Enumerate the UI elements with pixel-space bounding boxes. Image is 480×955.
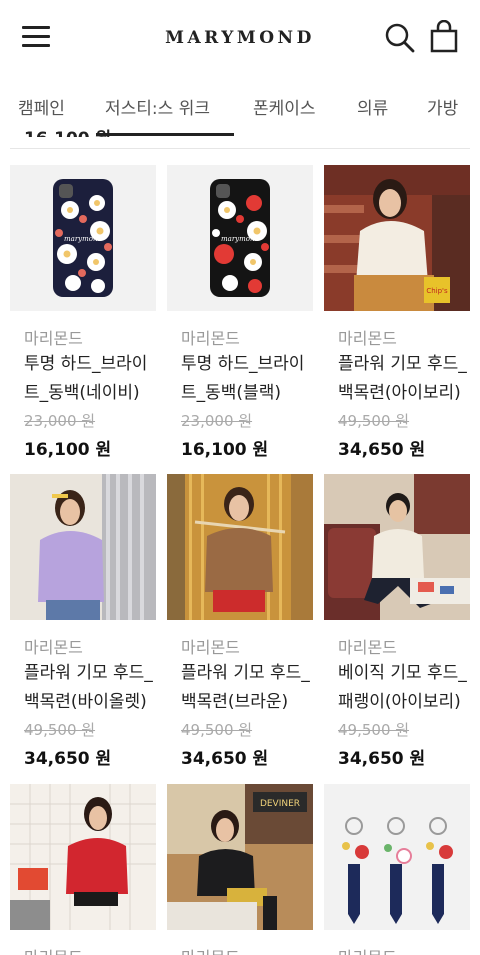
- sale-price: 16,100 원: [24, 440, 112, 460]
- sale-price: 34,650 원: [338, 749, 426, 769]
- product-brand: 마리몬드: [338, 638, 397, 657]
- tab-phone-case[interactable]: 폰케이스: [253, 94, 316, 119]
- original-price: 49,500 원: [338, 412, 410, 430]
- product-name[interactable]: 베이직 기모 후드_ 패랭이(아이보리): [338, 659, 478, 717]
- svg-text:DEVINER: DEVINER: [260, 799, 300, 809]
- product-brand: 마리몬드: [24, 638, 83, 657]
- product-name[interactable]: 투명 하드_브라이 트_동백(네이비): [24, 350, 164, 408]
- svg-text:marymond: marymond: [64, 235, 102, 243]
- tab-bag[interactable]: 가방: [427, 94, 458, 119]
- product-name[interactable]: 플라워 기모 후드_ 백목련(바이올렛): [24, 659, 164, 717]
- search-icon[interactable]: [384, 22, 416, 54]
- sale-price: 34,650 원: [24, 749, 112, 769]
- product-image-hoodie-violet-model[interactable]: [10, 474, 156, 620]
- product-brand: 마리몬드: [338, 329, 397, 348]
- product-card[interactable]: marymond 마리몬드 투명 하드_브라이 트_동백(네이비) 23,000…: [10, 165, 156, 465]
- svg-text:Chip's: Chip's: [426, 287, 448, 295]
- sale-price: 34,650 원: [181, 749, 269, 769]
- product-image-phone-case-navy[interactable]: marymond: [10, 165, 156, 311]
- product-card[interactable]: 마리몬드: [10, 784, 156, 955]
- tabs-divider: [10, 148, 470, 149]
- original-price: 49,500 원: [338, 721, 410, 739]
- shopping-bag-icon[interactable]: [428, 19, 460, 54]
- product-brand: 마리몬드: [181, 638, 240, 657]
- product-name[interactable]: 플라워 기모 후드_ 백목련(브라운): [181, 659, 321, 717]
- product-card[interactable]: 마리몬드 베이직 기모 후드_ 패랭이(아이보리) 49,500 원 34,65…: [324, 474, 470, 774]
- svg-text:marymond: marymond: [221, 235, 259, 243]
- product-card[interactable]: 마리몬드 플라워 기모 후드_ 백목련(바이올렛) 49,500 원 34,65…: [10, 474, 156, 774]
- product-card[interactable]: 마리몬드 플라워 기모 후드_ 백목련(브라운) 49,500 원 34,650…: [167, 474, 313, 774]
- product-image-keyring-straps[interactable]: [324, 784, 470, 930]
- product-card[interactable]: DEVINER 마리몬드: [167, 784, 313, 955]
- original-price: 23,000 원: [181, 412, 253, 430]
- product-card[interactable]: 마리몬드: [324, 784, 470, 955]
- product-image-phone-case-black[interactable]: marymond: [167, 165, 313, 311]
- product-image-hoodie-ivory-man[interactable]: [324, 474, 470, 620]
- product-brand: 마리몬드: [24, 944, 83, 955]
- sale-price: 16,100 원: [181, 440, 269, 460]
- sale-price: 34,650 원: [338, 440, 426, 460]
- original-price: 23,000 원: [24, 412, 96, 430]
- active-tab-indicator: [96, 133, 234, 136]
- product-image-hoodie-red-model[interactable]: [10, 784, 156, 930]
- product-brand: 마리몬드: [338, 944, 397, 955]
- top-header: MARYMOND: [0, 0, 480, 78]
- original-price: 49,500 원: [181, 721, 253, 739]
- product-card[interactable]: Chip's 마리몬드 플라워 기모 후드_ 백목련(아이보리) 49,500 …: [324, 165, 470, 465]
- product-brand: 마리몬드: [181, 944, 240, 955]
- product-brand: 마리몬드: [181, 329, 240, 348]
- product-name[interactable]: 플라워 기모 후드_ 백목련(아이보리): [338, 350, 478, 408]
- product-name[interactable]: 투명 하드_브라이 트_동백(블랙): [181, 350, 321, 408]
- product-image-hoodie-brown-model[interactable]: [167, 474, 313, 620]
- tab-justice-week[interactable]: 저스티:스 위크: [105, 94, 210, 119]
- original-price: 49,500 원: [24, 721, 96, 739]
- product-card[interactable]: marymond 마리몬드 투명 하드_브라이 트_동백(블랙) 23,000 …: [167, 165, 313, 465]
- tab-campaign[interactable]: 캠페인: [18, 94, 65, 119]
- product-image-hoodie-black-model[interactable]: DEVINER: [167, 784, 313, 930]
- product-image-hoodie-ivory-model[interactable]: Chip's: [324, 165, 470, 311]
- tab-clothing[interactable]: 의류: [357, 94, 388, 119]
- product-brand: 마리몬드: [24, 329, 83, 348]
